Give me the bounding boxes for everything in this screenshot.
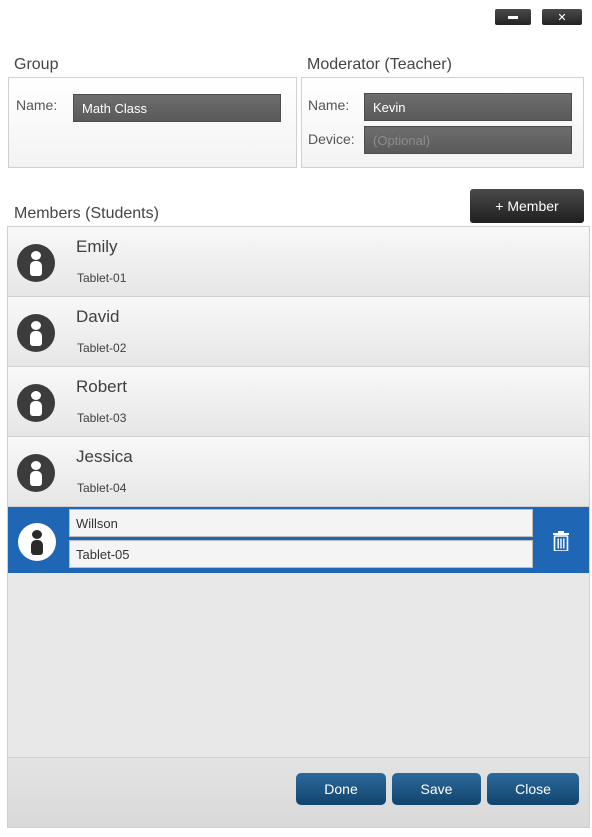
member-row[interactable]: Jessica Tablet-04	[8, 437, 589, 507]
member-row[interactable]: David Tablet-02	[8, 297, 589, 367]
moderator-device-input[interactable]: (Optional)	[364, 126, 572, 154]
person-icon	[18, 523, 56, 561]
close-icon: ✕	[557, 10, 567, 24]
member-name: Jessica	[76, 447, 133, 466]
moderator-panel: Name: Kevin Device: (Optional)	[301, 77, 584, 168]
member-row[interactable]: Emily Tablet-01	[8, 227, 589, 297]
group-title: Group	[14, 56, 59, 73]
done-button[interactable]: Done	[296, 773, 386, 805]
add-member-button[interactable]: + Member	[470, 189, 584, 223]
members-title: Members (Students)	[14, 205, 159, 222]
person-icon	[17, 314, 55, 352]
trash-icon[interactable]	[553, 531, 569, 551]
close-window-button[interactable]: ✕	[542, 9, 582, 25]
member-device: Tablet-03	[77, 411, 127, 425]
group-name-label: Name:	[16, 97, 58, 113]
moderator-name-input[interactable]: Kevin	[364, 93, 572, 121]
person-icon	[17, 384, 55, 422]
close-button[interactable]: Close	[487, 773, 579, 805]
members-list: Emily Tablet-01 David Tablet-02 Robert T…	[7, 226, 590, 828]
person-icon	[17, 454, 55, 492]
member-name-input[interactable]: Willson	[69, 509, 533, 537]
member-name: Emily	[76, 237, 118, 256]
group-panel: Name: Math Class	[8, 77, 297, 168]
person-icon	[17, 244, 55, 282]
member-device: Tablet-01	[77, 271, 127, 285]
minimize-button[interactable]	[495, 9, 531, 25]
member-device-input[interactable]: Tablet-05	[69, 540, 533, 568]
moderator-title: Moderator (Teacher)	[307, 56, 452, 73]
footer-bar: Done Save Close	[8, 757, 589, 827]
member-name: David	[76, 307, 120, 326]
save-button[interactable]: Save	[392, 773, 481, 805]
member-row-selected[interactable]: Willson Tablet-05	[8, 507, 589, 573]
member-name: Robert	[76, 377, 128, 396]
member-device: Tablet-04	[77, 481, 127, 495]
group-name-input[interactable]: Math Class	[73, 94, 281, 122]
moderator-name-label: Name:	[308, 97, 350, 113]
moderator-device-label: Device:	[308, 131, 355, 147]
member-device: Tablet-02	[77, 341, 127, 355]
minimize-icon	[508, 15, 518, 19]
member-row[interactable]: Robert Tablet-03	[8, 367, 589, 437]
